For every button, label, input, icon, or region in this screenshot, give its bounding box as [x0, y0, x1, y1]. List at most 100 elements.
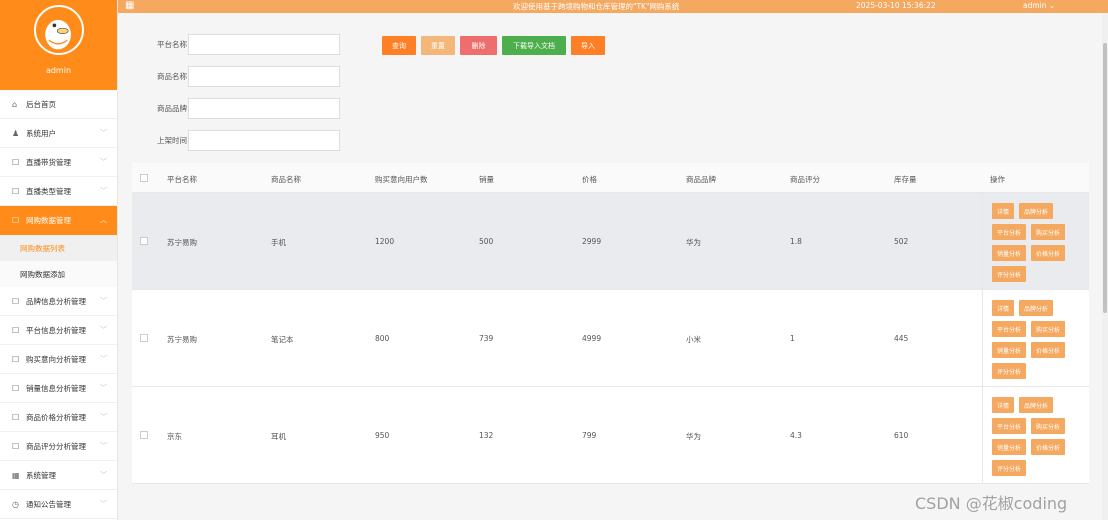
chevron-down-icon: ﹀ [100, 355, 107, 363]
cell-platform: 苏宁易购 [167, 238, 197, 247]
download-template-button[interactable]: 下载导入文档 [502, 36, 566, 55]
row-action-button[interactable]: 购买分析 [1031, 224, 1066, 240]
row-action-button[interactable]: 平台分析 [992, 224, 1027, 240]
col-price: 价格 [582, 175, 597, 184]
cell-sales: 500 [479, 237, 494, 246]
sidebar-item[interactable]: ◷ 通知公告管理 ﹀ [0, 490, 117, 519]
cell-intent: 1200 [375, 237, 395, 246]
chevron-down-icon: ﹀ [100, 384, 107, 392]
row-action-button[interactable]: 平台分析 [992, 418, 1027, 434]
sidebar-item[interactable]: ▦ 系统管理 ﹀ [0, 461, 117, 490]
sidebar-item[interactable]: ☐ 商品评分分析管理 ﹀ [0, 432, 117, 461]
row-action-button[interactable]: 品牌分析 [1019, 397, 1054, 413]
row-action-button[interactable]: 评分分析 [992, 460, 1027, 476]
cell-rating: 1 [790, 334, 795, 343]
sidebar-item-label: 购买意向分析管理 [26, 354, 86, 364]
cell-intent: 800 [375, 334, 390, 343]
chevron-down-icon: ﹀ [100, 413, 107, 421]
sidebar-item[interactable]: ☐ 网购数据管理 ︿ [0, 206, 117, 235]
cell-stock: 502 [894, 237, 909, 246]
field-label: 商品品牌 [157, 104, 187, 113]
table-row[interactable]: 京东 耳机 950 132 799 华为 4.3 610 详情 品牌分析 平台分析 购买分析 销量分析价… [132, 387, 1089, 484]
col-intent: 购买意向用户数 [375, 175, 428, 184]
field-label: 平台名称 [157, 40, 187, 49]
row-action-button[interactable]: 详情 [992, 300, 1015, 316]
chevron-down-icon: ﹀ [100, 326, 107, 334]
sidebar-subitem[interactable]: 网购数据列表 [0, 235, 117, 261]
row-action-button[interactable]: 销量分析 [992, 342, 1027, 358]
select-all-checkbox[interactable] [140, 174, 148, 182]
sidebar-item-label: 商品评分分析管理 [26, 441, 86, 451]
duck-logo-icon [36, 7, 82, 53]
row-action-button[interactable]: 平台分析 [992, 321, 1027, 337]
row-action-button[interactable]: 品牌分析 [1019, 300, 1054, 316]
row-checkbox[interactable] [140, 431, 148, 439]
data-table: 平台名称 商品名称 购买意向用户数 销量 价格 商品品牌 商品评分 库存量 操作… [132, 163, 1089, 484]
sidebar-item[interactable]: ☐ 直播类型管理 ﹀ [0, 177, 117, 206]
row-action-button[interactable]: 品牌分析 [1019, 203, 1054, 219]
row-action-button[interactable]: 详情 [992, 397, 1015, 413]
row-action-button[interactable]: 销量分析 [992, 245, 1027, 261]
row-action-button[interactable]: 购买分析 [1031, 418, 1066, 434]
col-stock: 库存量 [894, 175, 917, 184]
sidebar-item[interactable]: ☐ 购买意向分析管理 ﹀ [0, 345, 117, 374]
scrollbar-thumb[interactable] [1103, 43, 1107, 313]
menu-item-icon: ♟ [12, 128, 20, 138]
cell-price: 2999 [582, 237, 602, 246]
actions-cell: 详情 品牌分析平台分析 购买分析 销量分析 价格分析 评分分析 [982, 290, 1089, 386]
table-row[interactable]: 苏宁易购 笔记本 800 739 4999 小米 1 445 详情 品牌分析 平台分析 购买分析 销量分… [132, 290, 1089, 387]
sidebar-item[interactable]: ☐ 品牌信息分析管理 ﹀ [0, 287, 117, 316]
sidebar-item[interactable]: ☐ 销量信息分析管理 ﹀ [0, 374, 117, 403]
sidebar-item[interactable]: ♟ 系统用户 ﹀ [0, 119, 117, 148]
row-action-button[interactable]: 评分分析 [992, 363, 1027, 379]
date-input[interactable] [188, 130, 340, 151]
menu-item-icon: ☐ [12, 186, 20, 196]
actions-cell: 详情 品牌分析平台分析 购买分析 销量分析 价格分析 评分分析 [982, 193, 1089, 289]
row-action-button[interactable]: 价格分析 [1031, 245, 1066, 261]
product-input[interactable] [188, 66, 340, 87]
import-button[interactable]: 导入 [571, 36, 605, 55]
cell-product: 笔记本 [271, 335, 294, 344]
chevron-down-icon: ﹀ [100, 442, 107, 450]
platform-input[interactable] [188, 34, 340, 55]
cell-price: 4999 [582, 334, 602, 343]
chevron-down-icon: ﹀ [100, 187, 107, 195]
cell-price: 799 [582, 431, 597, 440]
query-button[interactable]: 查询 [382, 36, 416, 55]
cell-sales: 739 [479, 334, 494, 343]
row-checkbox[interactable] [140, 237, 148, 245]
menu-item-icon: ◷ [12, 499, 19, 509]
sidebar-item[interactable]: ☐ 商品价格分析管理 ﹀ [0, 403, 117, 432]
sidebar-item[interactable]: ⌂ 后台首页 [0, 90, 117, 119]
chevron-down-icon: ﹀ [100, 471, 107, 479]
sidebar-subitem[interactable]: 网购数据添加 [0, 261, 117, 287]
row-action-button[interactable]: 销量分析 [992, 439, 1027, 455]
search-field-platform: 平台名称 [138, 34, 340, 55]
row-action-button[interactable]: 价格分析 [1031, 342, 1066, 358]
search-buttons: 查询 重置 删除 下载导入文档 导入 [382, 36, 605, 55]
brand-input[interactable] [188, 98, 340, 119]
menu-item-icon: ☐ [12, 157, 20, 167]
menu-item-icon: ☐ [12, 296, 20, 306]
col-product: 商品名称 [271, 175, 301, 184]
chevron-up-icon: ︿ [100, 216, 107, 224]
table-row[interactable]: 苏宁易购 手机 1200 500 2999 华为 1.8 502 详情 品牌分析 平台分析 购买分析销… [132, 193, 1089, 290]
user-menu[interactable]: admin ⌄ [1023, 1, 1055, 10]
grid-menu-icon[interactable]: ▦ [125, 1, 134, 11]
row-checkbox[interactable] [140, 334, 148, 342]
row-action-button[interactable]: 详情 [992, 203, 1015, 219]
col-actions: 操作 [990, 175, 1005, 184]
reset-button[interactable]: 重置 [421, 36, 455, 55]
sidebar-item[interactable]: ☐ 直播带货管理 ﹀ [0, 148, 117, 177]
avatar[interactable] [34, 5, 84, 55]
row-action-button[interactable]: 评分分析 [992, 266, 1027, 282]
row-action-button[interactable]: 购买分析 [1031, 321, 1066, 337]
row-action-button[interactable]: 价格分析 [1031, 439, 1066, 455]
sidebar-item[interactable]: ☐ 平台信息分析管理 ﹀ [0, 316, 117, 345]
sidebar-item-label: 销量信息分析管理 [26, 383, 86, 393]
search-panel: 平台名称 商品名称 商品品牌 上架时间 查询 重置 删除 下载导入文档 导入 [128, 21, 1088, 153]
menu-item-icon: ☐ [12, 215, 20, 225]
delete-button[interactable]: 删除 [460, 36, 497, 55]
cell-intent: 950 [375, 431, 390, 440]
page-scrollbar[interactable] [1102, 13, 1108, 520]
